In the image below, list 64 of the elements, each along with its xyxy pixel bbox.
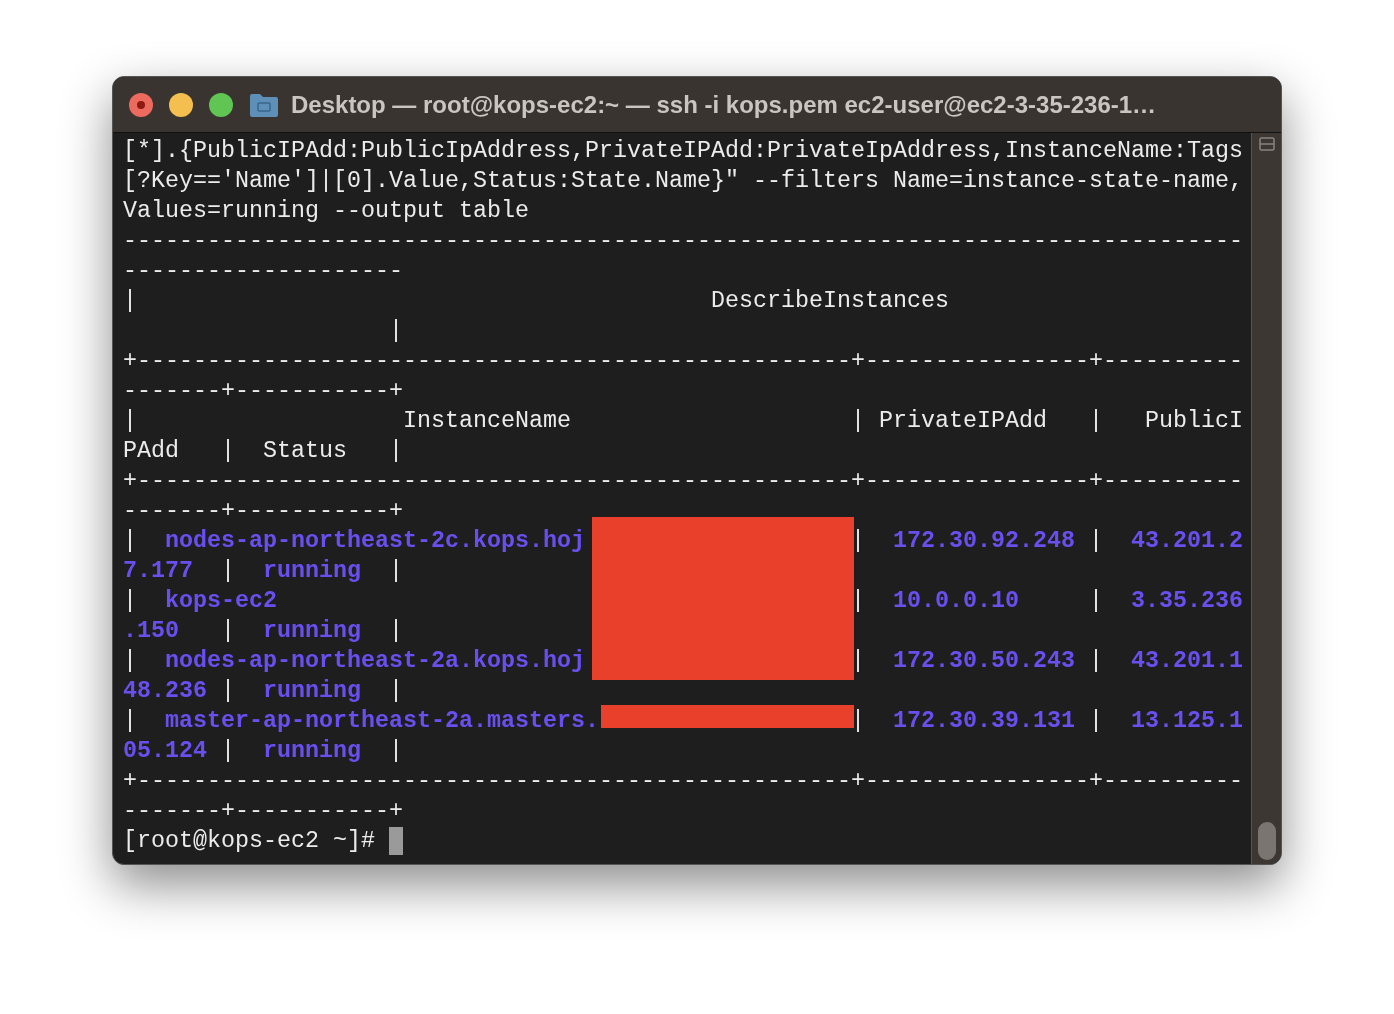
terminal-text: | <box>850 648 865 674</box>
table-value: 43.201.1 <box>1130 648 1243 674</box>
folder-icon <box>249 91 279 118</box>
terminal-text: | <box>123 588 137 614</box>
close-button[interactable] <box>129 92 153 117</box>
table-value: 7.177 <box>123 558 193 584</box>
table-value: .150 <box>123 618 179 644</box>
terminal-text: | <box>1089 708 1103 734</box>
table-value: nodes-ap-northeast-2c.kops.hoj <box>165 528 585 554</box>
terminal-text: -------+-----------+ <box>123 798 403 824</box>
terminal-text: | <box>221 618 235 644</box>
terminal-text: -------+-----------+ <box>123 498 403 524</box>
zoom-button[interactable] <box>209 92 233 117</box>
command-prompt: [root@kops-ec2 ~]# <box>123 827 375 856</box>
terminal-text: | <box>851 708 865 734</box>
terminal-text: -------+-----------+ <box>123 378 403 404</box>
table-value: running <box>263 618 361 644</box>
terminal-text: | <box>389 738 403 764</box>
minimize-button[interactable] <box>169 92 193 117</box>
terminal-text: | <box>850 528 865 554</box>
table-value: 05.124 <box>123 738 207 764</box>
table-value: kops-ec2 <box>165 588 277 614</box>
terminal-text: | <box>123 708 137 734</box>
table-value: 172.30.39.131 <box>893 708 1075 734</box>
terminal-text: -------------------- <box>123 258 403 284</box>
table-value: running <box>263 678 361 704</box>
scrollbar-thumb[interactable] <box>1257 822 1276 860</box>
table-value: master-ap-northeast-2a.masters. <box>165 708 599 734</box>
terminal-text: | <box>123 648 137 674</box>
table-value: 172.30.50.243 <box>892 648 1075 674</box>
terminal-text: | DescribeInstances <box>123 288 949 314</box>
terminal-text: PAdd | Status | <box>123 438 403 464</box>
table-value: 43.201.2 <box>1130 528 1243 554</box>
terminal-text: | <box>389 678 403 704</box>
terminal-text: | <box>389 558 403 584</box>
window-title: Desktop — root@kops-ec2:~ — ssh -i kops.pem ec2-user@ec2-3-35-236-1… <box>291 89 1157 120</box>
terminal-text: | <box>1088 588 1103 614</box>
table-value: 10.0.0.10 <box>892 588 1019 614</box>
table-value: 48.236 <box>123 678 207 704</box>
split-pane-icon[interactable] <box>1258 137 1275 151</box>
table-value: nodes-ap-northeast-2a.kops.hoj <box>165 648 585 674</box>
terminal-text: | <box>1088 648 1103 674</box>
table-value: 3.35.236 <box>1130 588 1243 614</box>
terminal-text: | <box>221 678 235 704</box>
terminal-text: | InstanceName | PrivateIPAdd | PublicI <box>123 408 1243 434</box>
terminal-text: [*].{PublicIPAdd:PublicIpAddress,PrivateIPAdd:PrivateIpAddress,InstanceName:Tags <box>123 138 1243 164</box>
terminal-text: +---------------------------------------------------+----------------+---------- <box>123 348 1243 374</box>
table-value: running <box>263 558 361 584</box>
terminal-text: [?Key=='Name']|[0].Value,Status:State.Name}" --filters Name=instance-state-name, <box>123 168 1243 194</box>
text-cursor <box>389 827 403 855</box>
terminal-text: | <box>221 558 235 584</box>
terminal-text: -------------------------------------------------------------------------------- <box>123 228 1243 254</box>
terminal-text: | <box>221 738 235 764</box>
table-value: 13.125.1 <box>1131 708 1243 734</box>
terminal-text: +---------------------------------------------------+----------------+---------- <box>123 468 1243 494</box>
terminal-text: | <box>1088 528 1103 554</box>
table-value: running <box>263 738 361 764</box>
terminal-text: | <box>389 318 403 344</box>
terminal-text: +---------------------------------------------------+----------------+---------- <box>123 768 1243 794</box>
terminal-text: | <box>850 588 865 614</box>
table-value: 172.30.92.248 <box>892 528 1075 554</box>
terminal-text: Values=running --output table <box>123 198 529 224</box>
terminal-text: | <box>389 618 403 644</box>
terminal-text: | <box>123 528 137 554</box>
